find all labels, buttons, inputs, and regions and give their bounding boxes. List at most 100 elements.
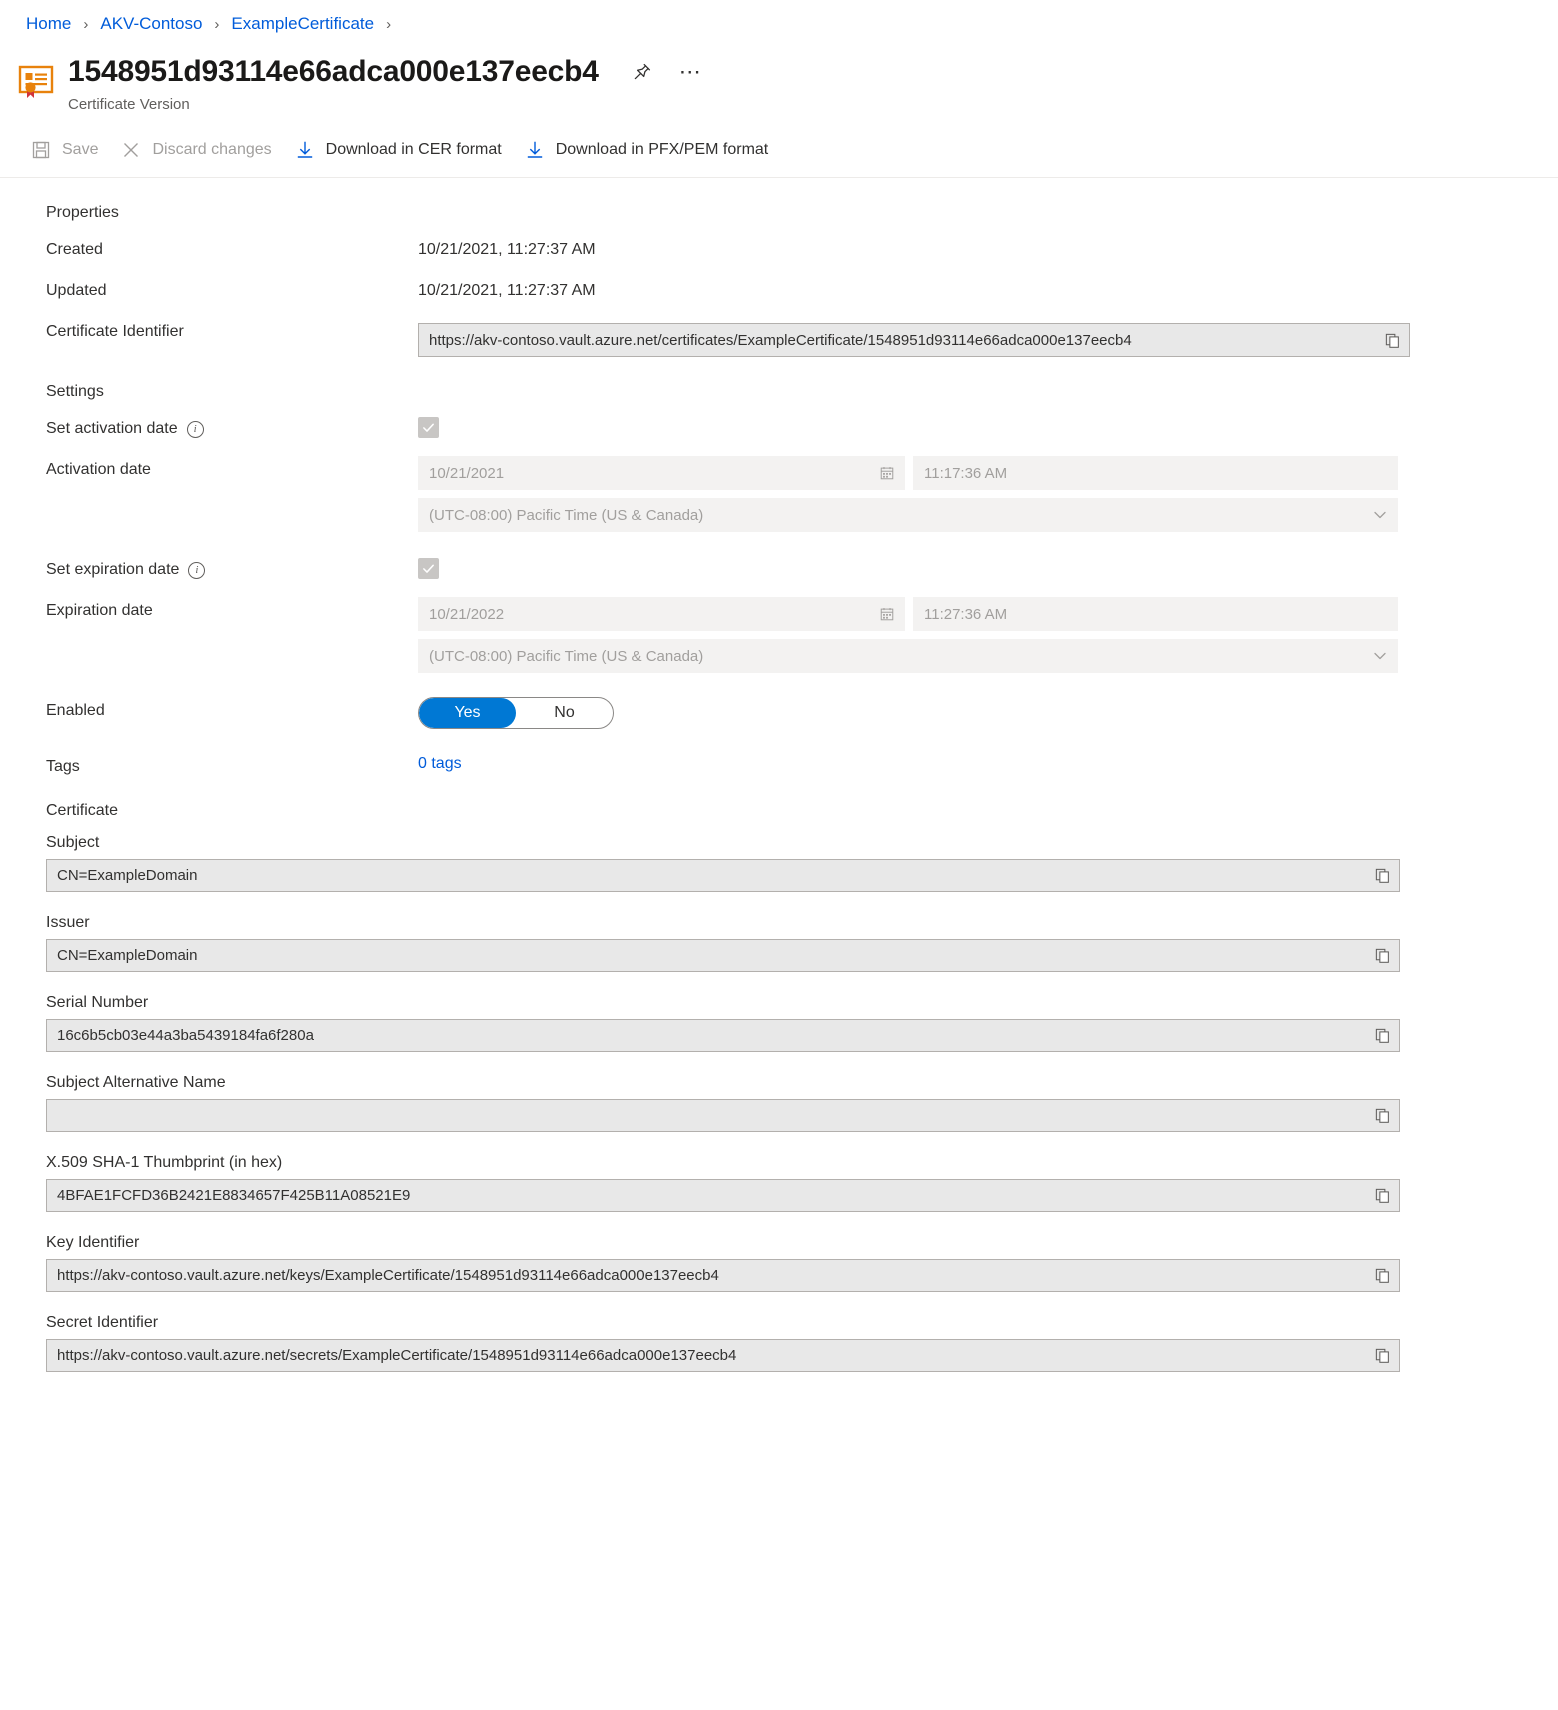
set-activation-date-row: Set activation date i (46, 415, 1558, 438)
issuer-label: Issuer (46, 914, 90, 931)
info-icon[interactable]: i (186, 420, 204, 438)
properties-heading: Properties (46, 204, 119, 221)
enabled-toggle-yes[interactable]: Yes (419, 698, 516, 728)
created-value: 10/21/2021, 11:27:37 AM (418, 241, 596, 258)
created-row: Created 10/21/2021, 11:27:37 AM (46, 236, 1558, 259)
serial-number-value: 16c6b5cb03e44a3ba5439184fa6f280a (57, 1027, 314, 1044)
expiration-date-input[interactable]: 10/21/2022 (418, 597, 905, 631)
copy-icon[interactable] (1365, 1340, 1399, 1372)
copy-icon[interactable] (1365, 940, 1399, 972)
copy-icon[interactable] (1365, 1260, 1399, 1292)
set-expiration-date-checkbox[interactable] (418, 558, 439, 579)
serial-number-field-group: Serial Number 16c6b5cb03e44a3ba5439184fa… (46, 994, 1400, 1052)
activation-date-row: Activation date 10/21/2021 11:17:36 AM (… (46, 456, 1558, 532)
download-icon (524, 139, 546, 161)
certificate-heading: Certificate (46, 802, 119, 819)
breadcrumb-separator-icon: › (83, 15, 89, 33)
breadcrumb: Home › AKV-Contoso › ExampleCertificate … (0, 0, 1558, 42)
download-cer-label: Download in CER format (325, 141, 502, 158)
breadcrumb-item-examplecertificate[interactable]: ExampleCertificate (227, 12, 378, 36)
certificate-identifier-row: Certificate Identifier https://akv-conto… (46, 318, 1558, 357)
key-identifier-field-group: Key Identifier https://akv-contoso.vault… (46, 1234, 1400, 1292)
subject-label: Subject (46, 834, 100, 851)
expiration-time-input[interactable]: 11:27:36 AM (913, 597, 1398, 631)
save-button[interactable]: Save (22, 133, 112, 167)
command-bar: Save Discard changes Download in CER for… (0, 125, 1558, 178)
thumbprint-field[interactable]: 4BFAE1FCFD36B2421E8834657F425B11A08521E9 (46, 1179, 1400, 1212)
key-identifier-value: https://akv-contoso.vault.azure.net/keys… (57, 1267, 719, 1284)
form-body: Properties Created 10/21/2021, 11:27:37 … (0, 178, 1558, 1418)
activation-date-input[interactable]: 10/21/2021 (418, 456, 905, 490)
expiration-timezone-value: (UTC-08:00) Pacific Time (US & Canada) (429, 647, 704, 665)
set-expiration-date-row: Set expiration date i (46, 556, 1558, 579)
page-subtitle: Certificate Version (68, 96, 190, 113)
save-icon (30, 139, 52, 161)
activation-time-input[interactable]: 11:17:36 AM (913, 456, 1398, 490)
expiration-date-value: 10/21/2022 (429, 605, 505, 623)
settings-heading: Settings (46, 383, 104, 400)
copy-icon[interactable] (1365, 1020, 1399, 1052)
enabled-toggle[interactable]: Yes No (418, 697, 614, 729)
pin-icon[interactable] (627, 57, 657, 87)
set-activation-date-checkbox[interactable] (418, 417, 439, 438)
certificate-identifier-label: Certificate Identifier (46, 323, 184, 340)
thumbprint-field-group: X.509 SHA-1 Thumbprint (in hex) 4BFAE1FC… (46, 1154, 1400, 1212)
download-pfx-pem-label: Download in PFX/PEM format (555, 141, 769, 158)
subject-field-group: Subject CN=ExampleDomain (46, 834, 1400, 892)
tags-label: Tags (46, 758, 80, 775)
enabled-toggle-no[interactable]: No (516, 698, 613, 728)
calendar-icon[interactable] (870, 457, 904, 489)
created-label: Created (46, 241, 103, 258)
expiration-date-row: Expiration date 10/21/2022 11:27:36 AM (… (46, 597, 1558, 673)
chevron-down-icon[interactable] (1363, 499, 1397, 531)
subject-alternative-name-label: Subject Alternative Name (46, 1074, 226, 1091)
download-cer-button[interactable]: Download in CER format (286, 133, 516, 167)
updated-row: Updated 10/21/2021, 11:27:37 AM (46, 277, 1558, 300)
updated-value: 10/21/2021, 11:27:37 AM (418, 282, 596, 299)
tags-row: Tags 0 tags (46, 753, 1558, 776)
copy-icon[interactable] (1365, 1100, 1399, 1132)
copy-icon[interactable] (1365, 1180, 1399, 1212)
expiration-timezone-select[interactable]: (UTC-08:00) Pacific Time (US & Canada) (418, 639, 1398, 673)
updated-label: Updated (46, 282, 107, 299)
certificate-icon (16, 62, 56, 102)
breadcrumb-item-home[interactable]: Home (22, 12, 75, 36)
expiration-datetime-group: 10/21/2022 11:27:36 AM (418, 597, 1398, 631)
download-icon (294, 139, 316, 161)
enabled-row: Enabled Yes No (46, 697, 1558, 729)
serial-number-field[interactable]: 16c6b5cb03e44a3ba5439184fa6f280a (46, 1019, 1400, 1052)
subject-alternative-name-field-group: Subject Alternative Name (46, 1074, 1400, 1132)
subject-alternative-name-field[interactable] (46, 1099, 1400, 1132)
activation-timezone-select[interactable]: (UTC-08:00) Pacific Time (US & Canada) (418, 498, 1398, 532)
activation-date-value: 10/21/2021 (429, 464, 505, 482)
secret-identifier-field[interactable]: https://akv-contoso.vault.azure.net/secr… (46, 1339, 1400, 1372)
close-icon (120, 139, 142, 161)
key-identifier-field[interactable]: https://akv-contoso.vault.azure.net/keys… (46, 1259, 1400, 1292)
expiration-date-label: Expiration date (46, 602, 153, 619)
certificate-identifier-field[interactable]: https://akv-contoso.vault.azure.net/cert… (418, 323, 1410, 357)
breadcrumb-separator-icon: › (214, 15, 220, 33)
more-options-icon[interactable]: ⋯ (675, 57, 705, 87)
certificate-identifier-value: https://akv-contoso.vault.azure.net/cert… (429, 331, 1132, 349)
set-activation-date-label: Set activation date (46, 420, 178, 437)
expiration-time-value: 11:27:36 AM (924, 605, 1008, 623)
tags-link[interactable]: 0 tags (418, 755, 462, 772)
secret-identifier-label: Secret Identifier (46, 1314, 159, 1331)
download-pfx-pem-button[interactable]: Download in PFX/PEM format (516, 133, 783, 167)
page-header: 1548951d93114e66adca000e137eecb4 ⋯ Certi… (0, 42, 1558, 113)
info-icon[interactable]: i (188, 561, 206, 579)
chevron-down-icon[interactable] (1363, 640, 1397, 672)
issuer-value: CN=ExampleDomain (57, 947, 198, 964)
serial-number-label: Serial Number (46, 994, 149, 1011)
certificate-version-page: Home › AKV-Contoso › ExampleCertificate … (0, 0, 1558, 1418)
enabled-label: Enabled (46, 702, 105, 719)
copy-icon[interactable] (1375, 324, 1409, 356)
breadcrumb-item-akv-contoso[interactable]: AKV-Contoso (96, 12, 206, 36)
calendar-icon[interactable] (870, 598, 904, 630)
copy-icon[interactable] (1365, 860, 1399, 892)
activation-timezone-value: (UTC-08:00) Pacific Time (US & Canada) (429, 506, 704, 524)
subject-field[interactable]: CN=ExampleDomain (46, 859, 1400, 892)
issuer-field-group: Issuer CN=ExampleDomain (46, 914, 1400, 972)
issuer-field[interactable]: CN=ExampleDomain (46, 939, 1400, 972)
discard-changes-button[interactable]: Discard changes (112, 133, 285, 167)
